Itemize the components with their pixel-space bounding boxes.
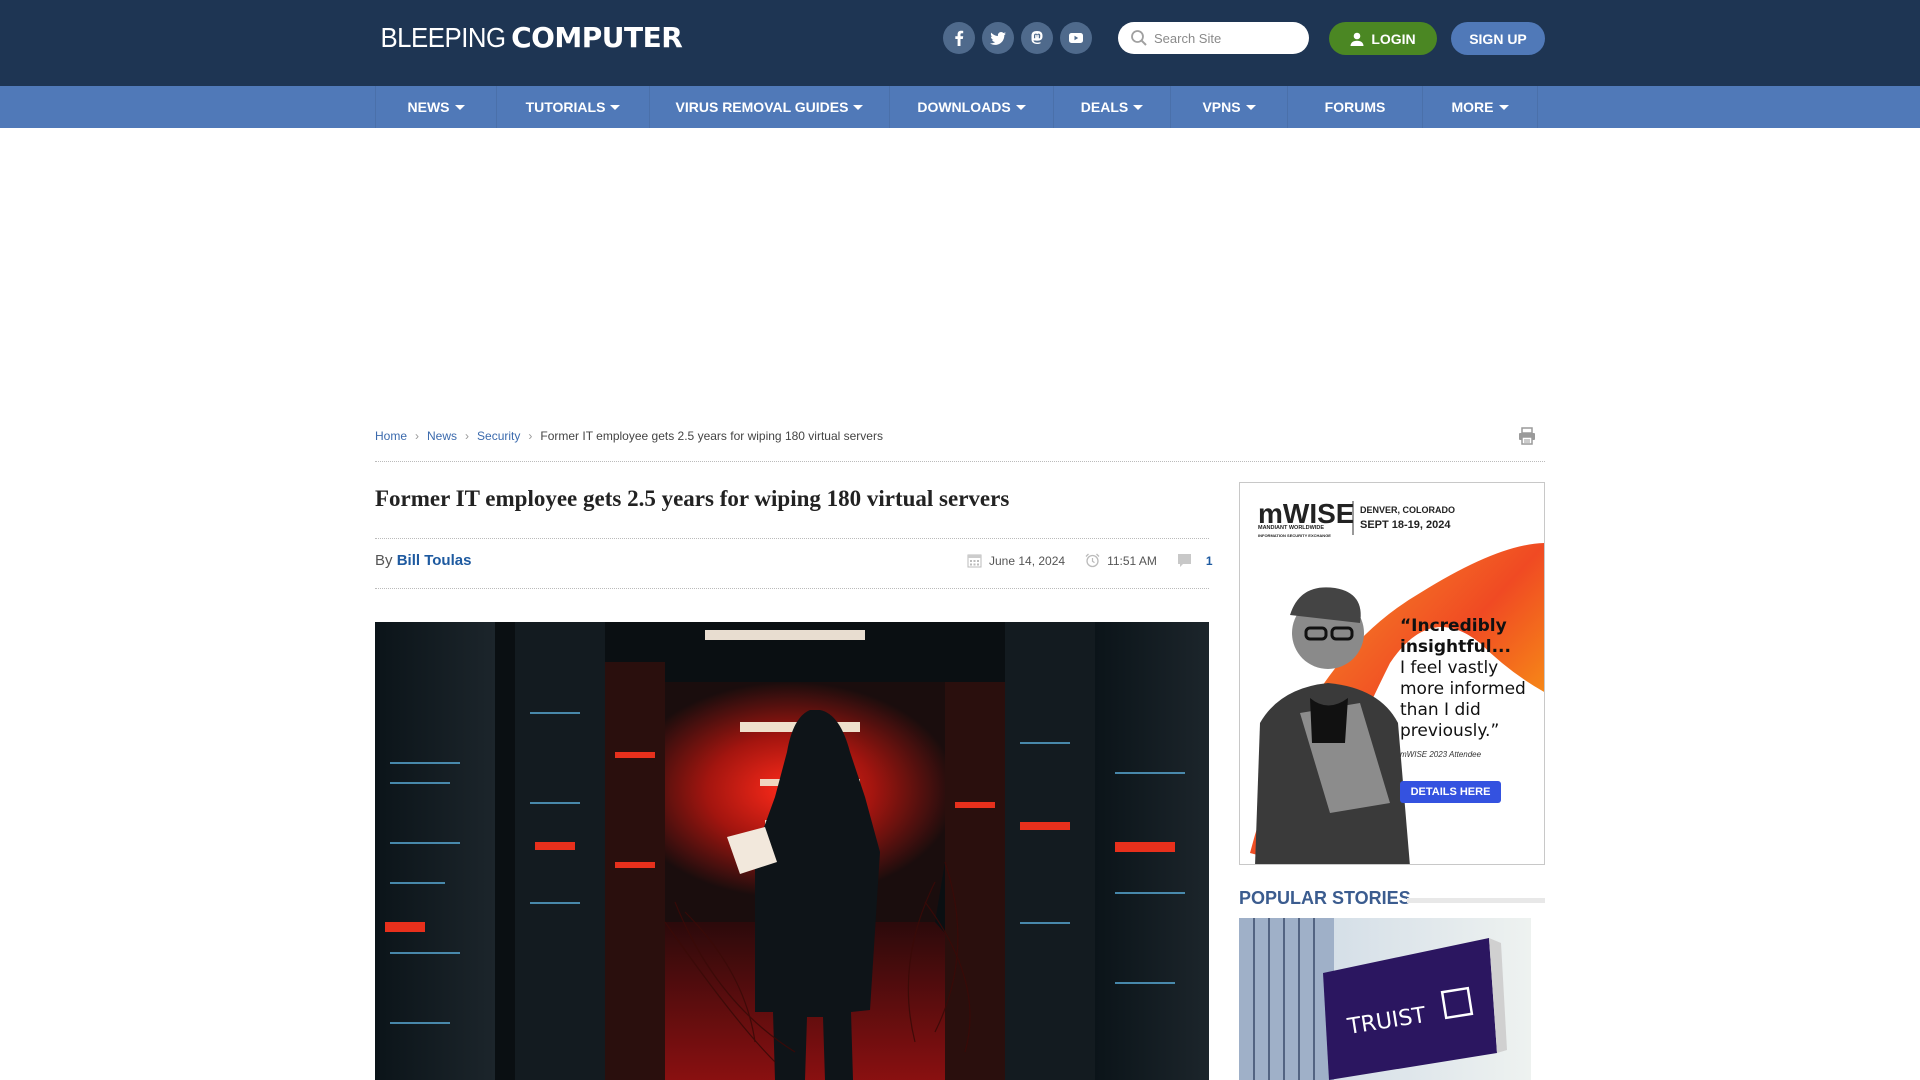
- ad-dates: SEPT 18-19, 2024: [1360, 519, 1451, 531]
- chevron-right-icon: ›: [528, 429, 533, 443]
- sidebar-ad-mwise[interactable]: mWISE MANDIANT WORLDWIDE INFORMATION SEC…: [1239, 482, 1545, 865]
- user-icon: [1350, 32, 1364, 46]
- popular-stories-heading: POPULAR STORIES: [1239, 888, 1411, 908]
- chevron-right-icon: ›: [415, 429, 420, 443]
- truist-sign-image: TRUIST: [1239, 918, 1531, 1080]
- login-label: LOGIN: [1371, 30, 1416, 47]
- ad-cta-button[interactable]: DETAILS HERE: [1400, 781, 1501, 803]
- caret-down-icon: [1133, 104, 1144, 110]
- popular-story-image[interactable]: TRUIST: [1239, 918, 1531, 1080]
- ad-quote-line: than I did: [1400, 700, 1481, 720]
- nav-label: FORUMS: [1324, 99, 1386, 115]
- author-link[interactable]: Bill Toulas: [397, 552, 472, 569]
- ad-quote-line: insightful...: [1400, 637, 1511, 657]
- search-input[interactable]: [1154, 30, 1304, 46]
- nav-label: DOWNLOADS: [917, 99, 1011, 115]
- search-icon: [1131, 30, 1147, 46]
- article-date: June 14, 2024: [989, 553, 1066, 568]
- ad-attribution: mWISE 2023 Attendee: [1400, 750, 1482, 759]
- byline: By Bill Toulas: [375, 552, 471, 569]
- alarm-clock-icon: [1085, 553, 1100, 568]
- nav-label: DEALS: [1080, 99, 1129, 115]
- article-meta: June 14, 2024 11:51 AM 1: [967, 553, 1213, 568]
- mastodon-icon: [1031, 31, 1043, 44]
- nav-item-vpns[interactable]: VPNS: [1170, 86, 1287, 128]
- ad-quote-line: more informed: [1400, 679, 1526, 699]
- caret-down-icon: [610, 104, 621, 110]
- breadcrumb: Home › News › Security › Former IT emplo…: [375, 429, 883, 443]
- article-hero-image: [375, 622, 1209, 1080]
- ad-brand-sub2: INFORMATION SECURITY EXCHANGE: [1258, 533, 1331, 538]
- heading-rule: [1407, 898, 1545, 903]
- nav-item-more[interactable]: MORE: [1422, 86, 1538, 128]
- twitter-button[interactable]: [982, 22, 1014, 54]
- breadcrumb-security[interactable]: Security: [477, 429, 520, 443]
- nav-label: TUTORIALS: [525, 99, 606, 115]
- divider: [375, 538, 1209, 539]
- login-button[interactable]: LOGIN: [1329, 22, 1437, 55]
- divider: [375, 588, 1209, 589]
- nav-item-tutorials[interactable]: TUTORIALS: [496, 86, 649, 128]
- site-logo[interactable]: BLEEPING COMPUTER: [375, 22, 682, 54]
- nav-label: VIRUS REMOVAL GUIDES: [675, 99, 849, 115]
- ad-quote-line: previously.”: [1400, 721, 1500, 741]
- nav-label: NEWS: [407, 99, 450, 115]
- logo-light-text: BLEEPING: [380, 22, 506, 53]
- nav-item-deals[interactable]: DEALS: [1053, 86, 1170, 128]
- breadcrumb-news[interactable]: News: [427, 429, 457, 443]
- article-time: 11:51 AM: [1107, 553, 1157, 568]
- search-box[interactable]: [1118, 22, 1309, 54]
- youtube-button[interactable]: [1060, 22, 1092, 54]
- ad-quote: “Incredibly insightful... I feel vastly …: [1400, 616, 1526, 742]
- nav-item-virus-removal-guides[interactable]: VIRUS REMOVAL GUIDES: [649, 86, 889, 128]
- calendar-icon: [967, 554, 982, 568]
- caret-down-icon: [454, 104, 465, 110]
- article-title: Former IT employee gets 2.5 years for wi…: [375, 486, 1010, 511]
- comment-icon[interactable]: [1177, 553, 1192, 568]
- social-links: [943, 22, 1092, 54]
- caret-down-icon: [1015, 104, 1026, 110]
- signup-button[interactable]: SIGN UP: [1451, 22, 1545, 55]
- divider: [375, 461, 1545, 462]
- youtube-icon: [1069, 33, 1083, 43]
- chevron-right-icon: ›: [465, 429, 470, 443]
- caret-down-icon: [1245, 104, 1256, 110]
- server-room-illustration: [375, 622, 1209, 1080]
- nav-item-news[interactable]: NEWS: [375, 86, 496, 128]
- comment-count[interactable]: 1: [1206, 554, 1213, 568]
- nav-item-downloads[interactable]: DOWNLOADS: [889, 86, 1053, 128]
- facebook-button[interactable]: [943, 22, 975, 54]
- caret-down-icon: [1498, 104, 1509, 110]
- twitter-icon: [990, 32, 1006, 45]
- print-icon[interactable]: [1517, 426, 1537, 446]
- nav-item-forums[interactable]: FORUMS: [1287, 86, 1422, 128]
- nav-label: VPNS: [1202, 99, 1241, 115]
- site-header: BLEEPINGCOMPUTER LOGIN SIGN UP: [0, 0, 1920, 86]
- breadcrumb-home[interactable]: Home: [375, 429, 407, 443]
- facebook-icon: [955, 30, 964, 46]
- caret-down-icon: [853, 104, 864, 110]
- mastodon-button[interactable]: [1021, 22, 1053, 54]
- ad-quote-line: I feel vastly: [1400, 658, 1499, 678]
- nav-label: MORE: [1451, 99, 1494, 115]
- ad-brand-sub: MANDIANT WORLDWIDE INFORMATION SECURITY …: [1258, 525, 1331, 539]
- main-nav: NEWS TUTORIALS VIRUS REMOVAL GUIDES DOWN…: [0, 86, 1920, 128]
- by-label: By: [375, 552, 393, 569]
- breadcrumb-current: Former IT employee gets 2.5 years for wi…: [540, 429, 883, 443]
- ad-quote-line: “Incredibly: [1400, 616, 1507, 636]
- logo-bold-text: COMPUTER: [511, 21, 683, 54]
- ad-brand-sub1: MANDIANT WORLDWIDE: [1258, 525, 1324, 531]
- signup-label: SIGN UP: [1469, 30, 1527, 47]
- ad-location: DENVER, COLORADO: [1360, 505, 1456, 515]
